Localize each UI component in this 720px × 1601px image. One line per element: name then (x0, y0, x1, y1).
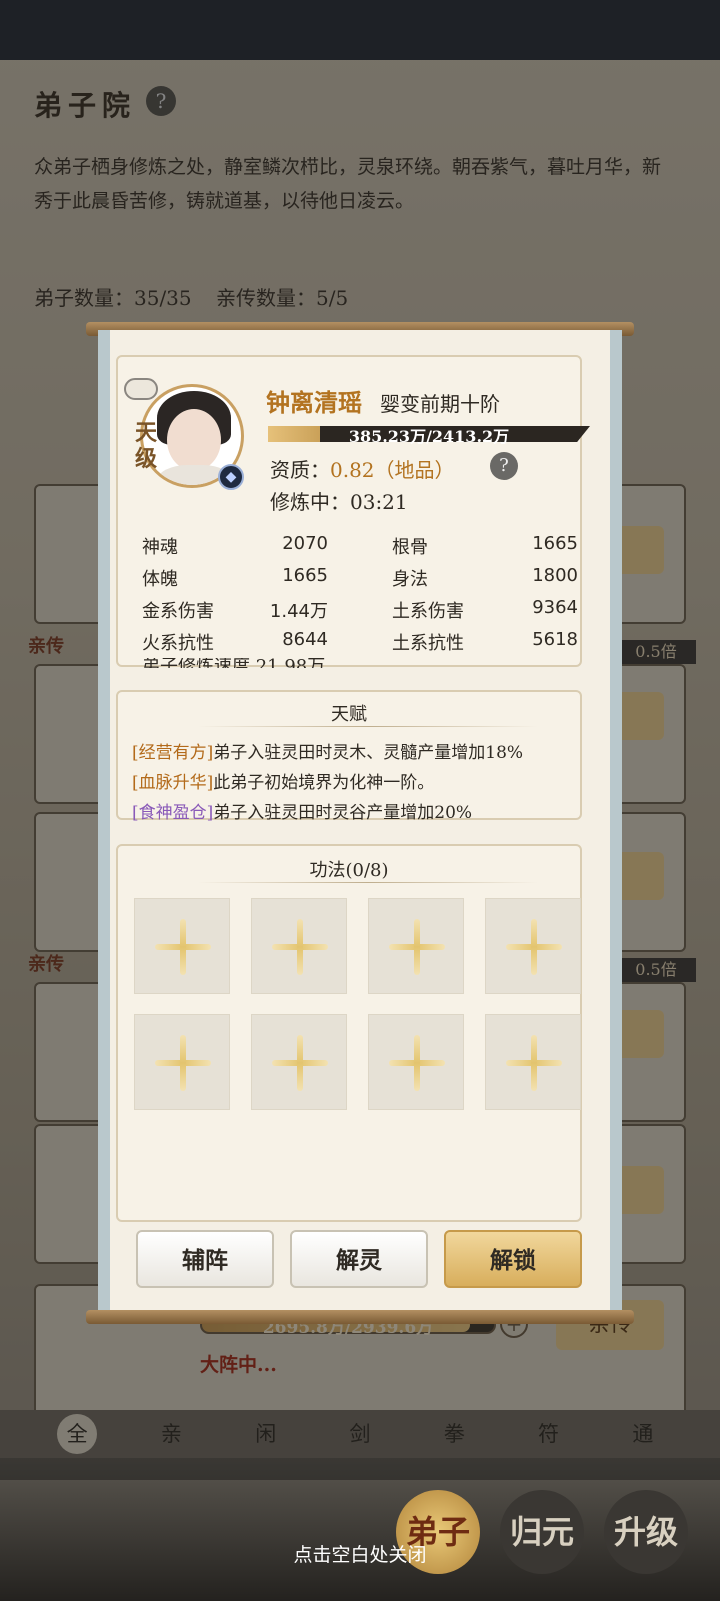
talent-tag: [经营有方] (132, 743, 214, 763)
skill-title: 功法(0/8) (309, 860, 389, 881)
stat-value: 1800 (532, 565, 578, 586)
aptitude-row: 资质：0.82（地品） (270, 454, 455, 483)
stat-label: 土系抗性 (392, 633, 464, 654)
stat-value: 9364 (532, 597, 578, 618)
stat-value: 1665 (282, 565, 328, 586)
close-hint[interactable]: 点击空白处关闭 (0, 1540, 720, 1567)
add-skill-icon (135, 1015, 231, 1111)
add-skill-icon (369, 1015, 465, 1111)
scroll-rod-bottom (86, 1310, 634, 1324)
stat-value: 8644 (282, 629, 328, 650)
skill-slot[interactable] (368, 898, 464, 994)
stat-label: 身法 (392, 569, 428, 590)
stat-value: 2070 (282, 533, 328, 554)
skill-slot[interactable] (368, 1014, 464, 1110)
disciple-name: 钟离清瑶 (266, 388, 362, 417)
divider (198, 726, 538, 727)
add-skill-icon (486, 899, 582, 995)
talent-text: 弟子入驻灵田时灵谷产量增加20% (213, 803, 473, 823)
stat-label: 神魂 (142, 537, 178, 558)
talent-item: [经营有方]弟子入驻灵田时灵木、灵髓产量增加18% (132, 738, 523, 763)
unlock-button[interactable]: 解锁 (444, 1230, 582, 1288)
talent-text: 此弟子初始境界为化神一阶。 (213, 773, 435, 793)
stat-label: 金系伤害 (142, 601, 214, 622)
talent-text: 弟子入驻灵田时灵木、灵髓产量增加18% (213, 743, 524, 763)
skill-slot[interactable] (134, 1014, 230, 1110)
exp-text: 385.23万/2413.2万 (348, 427, 510, 446)
aptitude-help-icon[interactable]: ? (490, 452, 518, 480)
stat-value: 5618 (532, 629, 578, 650)
add-skill-icon (252, 1015, 348, 1111)
skill-slot[interactable] (485, 1014, 581, 1110)
talent-title: 天赋 (331, 704, 367, 725)
talent-tag: [血脉升华] (132, 773, 214, 793)
stat-label: 根骨 (392, 537, 428, 558)
formation-button[interactable]: 辅阵 (136, 1230, 274, 1288)
add-skill-icon (135, 899, 231, 995)
add-skill-icon (252, 899, 348, 995)
divider (198, 882, 538, 883)
talent-item: [血脉升华]此弟子初始境界为化神一阶。 (132, 768, 434, 793)
stat-label: 体魄 (142, 569, 178, 590)
add-skill-icon (486, 1015, 582, 1111)
grade-label: 天级 (134, 420, 157, 472)
stat-label: 土系伤害 (392, 601, 464, 622)
talent-tag: [食神盈仓] (132, 803, 214, 823)
water-element-icon: ◆ (218, 464, 244, 490)
skill-slot[interactable] (251, 898, 347, 994)
skill-slot[interactable] (134, 898, 230, 994)
bind-icon (124, 378, 158, 400)
aptitude-value: 0.82（地品） (330, 458, 455, 482)
stat-value: 1.44万 (269, 601, 328, 622)
realm-label: 婴变前期十阶 (380, 392, 500, 416)
talent-item: [食神盈仓]弟子入驻灵田时灵谷产量增加20% (132, 798, 472, 823)
skill-slot[interactable] (251, 1014, 347, 1110)
add-skill-icon (369, 899, 465, 995)
aptitude-label: 资质： (270, 458, 330, 482)
status-bar (0, 0, 720, 60)
stat-value: 1665 (532, 533, 578, 554)
cultivating-timer: 修炼中：03:21 (270, 490, 408, 514)
stat-label: 火系抗性 (142, 633, 214, 654)
stat-cut-row: 弟子修炼速度 21.98万 (142, 658, 325, 668)
skill-slot[interactable] (485, 898, 581, 994)
release-button[interactable]: 解灵 (290, 1230, 428, 1288)
